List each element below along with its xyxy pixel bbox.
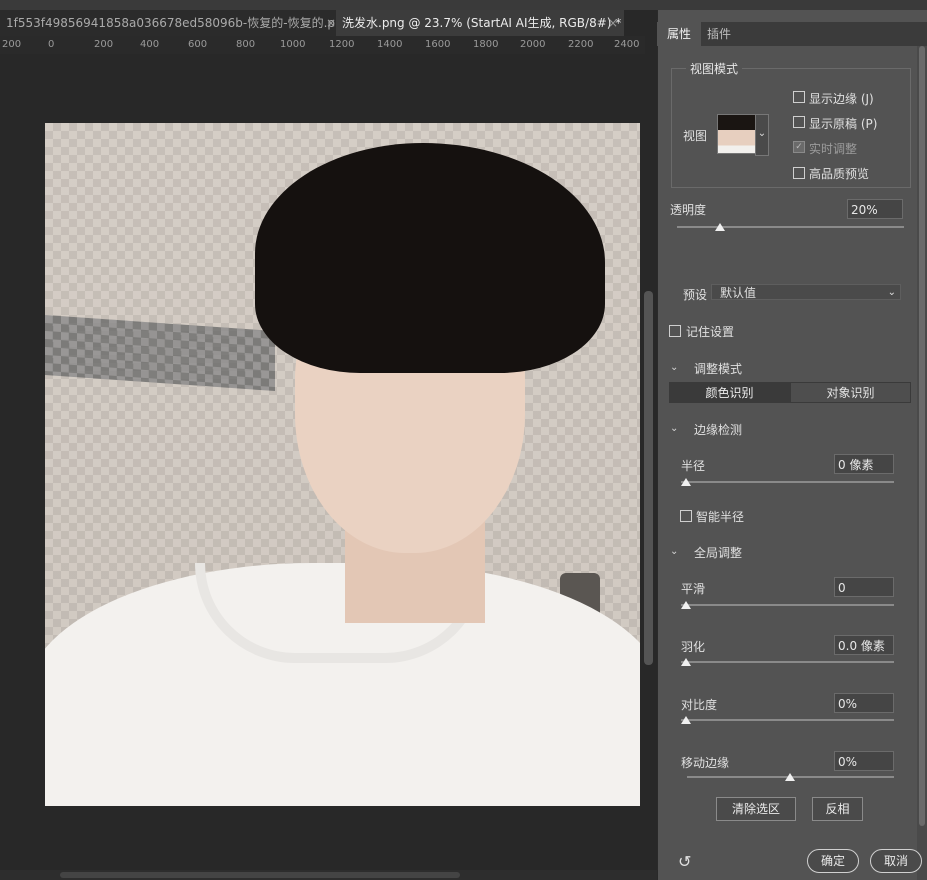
radius-label: 半径 xyxy=(681,459,706,473)
chevron-down-icon[interactable]: ⌄ xyxy=(670,546,678,557)
view-label: 视图 xyxy=(683,129,708,143)
hair xyxy=(255,143,605,373)
ruler-tick: 1400 xyxy=(377,39,403,50)
feather-label: 羽化 xyxy=(681,640,706,654)
smart-radius-label: 智能半径 xyxy=(696,510,745,524)
panel-scrollbar[interactable] xyxy=(917,46,927,880)
reset-icon[interactable]: ↺ xyxy=(678,852,691,871)
opacity-label: 透明度 xyxy=(670,203,707,217)
object-recognition-button[interactable]: 对象识别 xyxy=(790,382,911,403)
color-recognition-button[interactable]: 颜色识别 xyxy=(669,382,790,403)
smart-radius-checkbox[interactable] xyxy=(680,510,692,522)
feather-field[interactable]: 0.0 像素 xyxy=(834,635,894,655)
realtime-checkbox[interactable]: ✓ xyxy=(793,141,805,153)
opacity-slider-track[interactable] xyxy=(677,226,904,228)
chevron-down-icon: ⌄ xyxy=(887,287,896,298)
clear-selection-button[interactable]: 清除选区 xyxy=(716,797,796,821)
chevron-down-icon[interactable]: ⌄ xyxy=(670,362,678,373)
contrast-field[interactable]: 0% xyxy=(834,693,894,713)
realtime-label: 实时调整 xyxy=(809,142,858,156)
document-tab-bar: 1f553f49856941858a036678ed58096b-恢复的-恢复的… xyxy=(0,10,660,36)
contrast-slider-handle[interactable] xyxy=(681,716,691,724)
smooth-label: 平滑 xyxy=(681,582,706,596)
show-edges-label: 显示边缘 (J) xyxy=(809,92,874,106)
adjust-mode-title: 调整模式 xyxy=(694,362,743,376)
preset-label: 预设 xyxy=(683,288,708,302)
opacity-slider-handle[interactable] xyxy=(715,223,725,231)
ruler-tick: 1000 xyxy=(280,39,306,50)
contrast-label: 对比度 xyxy=(681,698,718,712)
panel-tab-bar: 属性 插件 xyxy=(657,22,927,46)
show-edges-checkbox[interactable] xyxy=(793,91,805,103)
document-tab-label: 洗发水.png @ 23.7% (StartAI AI生成, RGB/8#) * xyxy=(342,16,622,30)
horizontal-ruler: 200 0 200 400 600 800 1000 1200 1400 160… xyxy=(0,36,645,55)
smooth-slider-handle[interactable] xyxy=(681,601,691,609)
ok-button[interactable]: 确定 xyxy=(807,849,859,873)
preset-select[interactable]: 默认值 ⌄ xyxy=(711,284,901,300)
shift-edge-label: 移动边缘 xyxy=(681,756,730,770)
ruler-tick: 2400 xyxy=(614,39,640,50)
radius-field[interactable]: 0 像素 xyxy=(834,454,894,474)
ruler-tick: 1200 xyxy=(329,39,355,50)
view-mode-title: 视图模式 xyxy=(686,60,743,77)
opacity-field[interactable]: 20% xyxy=(847,199,903,219)
ruler-tick: 1800 xyxy=(473,39,499,50)
scroll-thumb[interactable] xyxy=(919,46,925,826)
close-icon[interactable]: × xyxy=(326,10,336,36)
edge-detection-title: 边缘检测 xyxy=(694,423,743,437)
show-original-label: 显示原稿 (P) xyxy=(809,117,878,131)
high-quality-label: 高品质预览 xyxy=(809,167,870,181)
radius-slider-handle[interactable] xyxy=(681,478,691,486)
chevron-down-icon[interactable]: ⌄ xyxy=(755,114,769,156)
horizontal-scrollbar[interactable] xyxy=(0,870,657,880)
shift-edge-slider-handle[interactable] xyxy=(785,773,795,781)
ruler-tick: 200 xyxy=(2,39,22,50)
ruler-tick: 400 xyxy=(140,39,160,50)
document-tab-recovered[interactable]: 1f553f49856941858a036678ed58096b-恢复的-恢复的… xyxy=(0,10,342,36)
vertical-scrollbar[interactable] xyxy=(640,54,657,870)
ruler-tick: 2000 xyxy=(520,39,546,50)
shift-edge-field[interactable]: 0% xyxy=(834,751,894,771)
feather-slider-track[interactable] xyxy=(681,661,894,663)
ruler-tick: 200 xyxy=(94,39,114,50)
ruler-tick: 2200 xyxy=(568,39,594,50)
ruler-tick: 0 xyxy=(48,39,55,50)
cancel-button[interactable]: 取消 xyxy=(870,849,922,873)
invert-button[interactable]: 反相 xyxy=(812,797,863,821)
tab-properties[interactable]: 属性 xyxy=(657,22,702,46)
contrast-slider-track[interactable] xyxy=(681,719,894,721)
smooth-slider-track[interactable] xyxy=(681,604,894,606)
view-thumbnail[interactable] xyxy=(717,114,757,154)
chevron-down-icon[interactable]: ⌄ xyxy=(670,423,678,434)
radius-slider-track[interactable] xyxy=(681,481,894,483)
document-image[interactable] xyxy=(45,123,640,806)
close-icon[interactable]: × xyxy=(608,10,618,36)
ruler-tick: 600 xyxy=(188,39,208,50)
high-quality-checkbox[interactable] xyxy=(793,167,805,179)
document-tab-shampoo[interactable]: 洗发水.png @ 23.7% (StartAI AI生成, RGB/8#) *… xyxy=(336,10,624,36)
tab-plugins[interactable]: 插件 xyxy=(697,22,741,46)
ruler-tick: 800 xyxy=(236,39,256,50)
transparent-shelf xyxy=(45,314,275,392)
scroll-thumb[interactable] xyxy=(60,872,460,878)
global-adjust-title: 全局调整 xyxy=(694,546,743,560)
options-bar-edge xyxy=(0,0,927,10)
preset-value: 默认值 xyxy=(720,286,757,300)
smooth-field[interactable]: 0 xyxy=(834,577,894,597)
remember-label: 记住设置 xyxy=(686,325,735,339)
document-tab-label: 1f553f49856941858a036678ed58096b-恢复的-恢复的… xyxy=(6,16,342,30)
feather-slider-handle[interactable] xyxy=(681,658,691,666)
remember-checkbox[interactable] xyxy=(669,325,681,337)
scroll-thumb[interactable] xyxy=(644,291,653,665)
show-original-checkbox[interactable] xyxy=(793,116,805,128)
ruler-tick: 1600 xyxy=(425,39,451,50)
